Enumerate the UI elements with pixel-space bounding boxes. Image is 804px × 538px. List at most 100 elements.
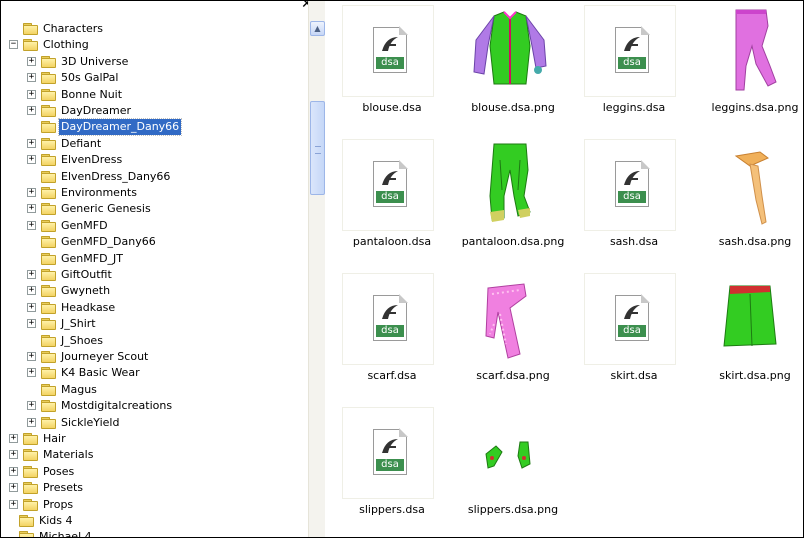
- tree-item[interactable]: ElvenDress_Dany66: [1, 169, 306, 185]
- file-tile[interactable]: dsa sash.dsa: [567, 139, 701, 269]
- tree-item[interactable]: + Journeyer Scout: [1, 349, 306, 365]
- tree-item-label[interactable]: Presets: [41, 480, 85, 496]
- dsa-file-icon[interactable]: dsa: [584, 139, 676, 231]
- file-name[interactable]: slippers.dsa: [325, 503, 459, 516]
- image-thumbnail[interactable]: [705, 273, 797, 365]
- tree-item-label[interactable]: Bonne Nuit: [59, 87, 124, 103]
- tree-item[interactable]: + ElvenDress: [1, 152, 306, 168]
- expand-icon[interactable]: +: [27, 188, 36, 197]
- file-name[interactable]: pantaloon.dsa.png: [446, 235, 580, 248]
- file-tile[interactable]: dsa pantaloon.dsa: [325, 139, 459, 269]
- image-thumbnail[interactable]: [463, 407, 555, 499]
- file-tile[interactable]: skirt.dsa.png: [688, 273, 803, 403]
- file-name[interactable]: blouse.dsa.png: [446, 101, 580, 114]
- tree-item[interactable]: + Hair: [1, 431, 306, 447]
- dsa-file-icon[interactable]: dsa: [584, 273, 676, 365]
- tree-item-label[interactable]: GiftOutfit: [59, 267, 114, 283]
- tree-item[interactable]: + DayDreamer: [1, 103, 306, 119]
- file-tile[interactable]: dsa skirt.dsa: [567, 273, 701, 403]
- expand-icon[interactable]: +: [27, 352, 36, 361]
- image-thumbnail[interactable]: [463, 139, 555, 231]
- expand-icon[interactable]: +: [27, 401, 36, 411]
- expand-icon[interactable]: +: [9, 450, 18, 460]
- expand-icon[interactable]: +: [27, 106, 36, 115]
- expand-icon[interactable]: +: [27, 302, 36, 312]
- tree-item[interactable]: + Headkase: [1, 300, 306, 316]
- file-name[interactable]: skirt.dsa: [567, 369, 701, 382]
- tree-item-label[interactable]: 50s GalPal: [59, 70, 120, 86]
- tree-item[interactable]: Characters: [1, 21, 306, 37]
- tree-scrollbar[interactable]: ▲: [308, 1, 325, 537]
- scroll-up-arrow-icon[interactable]: ▲: [310, 21, 325, 36]
- tree-item[interactable]: DayDreamer_Dany66: [1, 118, 306, 137]
- file-tile[interactable]: dsa blouse.dsa: [325, 5, 459, 135]
- expand-icon[interactable]: +: [9, 483, 18, 493]
- expand-icon[interactable]: +: [27, 89, 36, 99]
- expand-icon[interactable]: +: [27, 368, 36, 378]
- file-name[interactable]: sash.dsa.png: [688, 235, 803, 248]
- dsa-file-icon[interactable]: dsa: [342, 139, 434, 231]
- tree-item-label[interactable]: GenMFD: [59, 218, 110, 234]
- tree-item-label[interactable]: Defiant: [59, 136, 103, 152]
- file-name[interactable]: scarf.dsa: [325, 369, 459, 382]
- dsa-file-icon[interactable]: dsa: [584, 5, 676, 97]
- tree-item[interactable]: + Props: [1, 497, 306, 513]
- expand-icon[interactable]: +: [27, 319, 36, 329]
- tree-item[interactable]: + Poses: [1, 464, 306, 480]
- tree-item-label[interactable]: Headkase: [59, 300, 117, 316]
- tree-item-label[interactable]: DayDreamer_Dany66: [57, 118, 183, 137]
- expand-icon[interactable]: +: [9, 466, 18, 476]
- tree-item[interactable]: − Clothing: [1, 37, 306, 53]
- expand-icon[interactable]: +: [27, 220, 36, 230]
- file-name[interactable]: pantaloon.dsa: [325, 235, 459, 248]
- tree-item[interactable]: + GiftOutfit: [1, 267, 306, 283]
- image-thumbnail[interactable]: [463, 5, 555, 97]
- tree-item-label[interactable]: J_Shirt: [59, 316, 98, 332]
- tree-item[interactable]: Michael 4: [1, 529, 306, 537]
- file-tile[interactable]: pantaloon.dsa.png: [446, 139, 580, 269]
- tree-item[interactable]: GenMFD_Dany66: [1, 234, 306, 250]
- expand-icon[interactable]: +: [27, 73, 36, 83]
- file-name[interactable]: leggins.dsa: [567, 101, 701, 114]
- tree-item-label[interactable]: Kids 4: [37, 513, 74, 529]
- image-thumbnail[interactable]: [705, 139, 797, 231]
- tree-item-label[interactable]: Generic Genesis: [59, 201, 153, 217]
- tree-item[interactable]: + K4 Basic Wear: [1, 365, 306, 381]
- tree-item-label[interactable]: SickleYield: [59, 415, 121, 431]
- expand-icon[interactable]: +: [9, 499, 18, 509]
- tree-item[interactable]: + Environments: [1, 185, 306, 201]
- tree-item[interactable]: Kids 4: [1, 513, 306, 529]
- tree-item-label[interactable]: 3D Universe: [59, 54, 130, 70]
- expand-icon[interactable]: +: [27, 155, 36, 165]
- dsa-file-icon[interactable]: dsa: [342, 407, 434, 499]
- tree-item[interactable]: + Materials: [1, 447, 306, 463]
- file-tile[interactable]: blouse.dsa.png: [446, 5, 580, 135]
- tree-item-label[interactable]: Hair: [41, 431, 68, 447]
- tree-item[interactable]: + Defiant: [1, 136, 306, 152]
- file-tile[interactable]: sash.dsa.png: [688, 139, 803, 269]
- tree-item-label[interactable]: Michael 4: [37, 529, 94, 537]
- file-tile[interactable]: dsa slippers.dsa: [325, 407, 459, 537]
- tree-item-label[interactable]: Materials: [41, 447, 95, 463]
- tree-item-label[interactable]: Magus: [59, 382, 99, 398]
- expand-icon[interactable]: +: [27, 56, 36, 66]
- tree-item[interactable]: Magus: [1, 382, 306, 398]
- file-name[interactable]: blouse.dsa: [325, 101, 459, 114]
- tree-item[interactable]: GenMFD_JT: [1, 251, 306, 267]
- tree-item[interactable]: + Gwyneth: [1, 283, 306, 299]
- tree-item-label[interactable]: DayDreamer: [59, 103, 133, 119]
- tree-item-label[interactable]: GenMFD_Dany66: [59, 234, 158, 250]
- scroll-thumb[interactable]: [310, 101, 325, 195]
- tree-item-label[interactable]: Gwyneth: [59, 283, 112, 299]
- file-name[interactable]: sash.dsa: [567, 235, 701, 248]
- tree-item-label[interactable]: GenMFD_JT: [59, 251, 125, 267]
- file-name[interactable]: skirt.dsa.png: [688, 369, 803, 382]
- tree-item[interactable]: + SickleYield: [1, 415, 306, 431]
- expand-icon[interactable]: +: [27, 286, 36, 296]
- folder-tree[interactable]: Characters − Clothing +3D Universe +50s GalP…: [1, 1, 308, 537]
- file-name[interactable]: slippers.dsa.png: [446, 503, 580, 516]
- expand-icon[interactable]: +: [27, 417, 36, 427]
- tree-item-label[interactable]: J_Shoes: [59, 333, 105, 349]
- tree-item[interactable]: + Mostdigitalcreations: [1, 398, 306, 414]
- expand-icon[interactable]: +: [27, 204, 36, 214]
